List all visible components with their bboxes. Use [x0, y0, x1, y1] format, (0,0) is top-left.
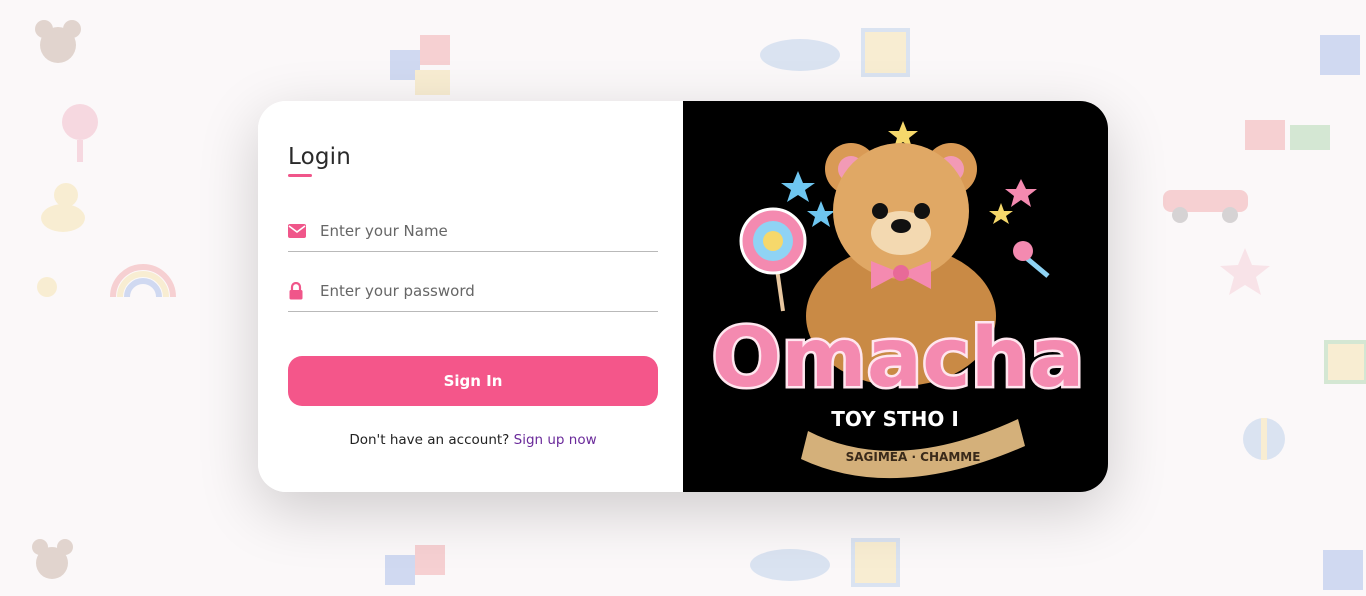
cube-decor-icon	[851, 538, 900, 587]
rainbow-decor-icon	[110, 264, 176, 298]
envelope-icon	[288, 220, 310, 242]
candy-wand-icon	[1013, 241, 1050, 278]
blocks-decor-icon	[390, 35, 450, 95]
password-input[interactable]	[318, 281, 642, 301]
login-card: Login Sign In Don't have an account? Sig…	[258, 101, 1108, 492]
brand-logo-panel: Omacha TOY STHO I SAGIMEA · CHAMME	[683, 101, 1108, 492]
teddy-bear-decor-icon	[32, 539, 73, 579]
rattle-decor-icon	[62, 104, 98, 162]
name-field-row	[288, 211, 658, 252]
lock-icon	[288, 280, 310, 302]
sign-in-button[interactable]: Sign In	[288, 356, 658, 406]
sun-decor-icon	[37, 277, 57, 297]
lollipop-icon	[739, 207, 807, 312]
logo-wordmark: Omacha	[712, 311, 1085, 406]
signup-prompt-row: Don't have an account? Sign up now	[288, 432, 658, 448]
password-field-row	[288, 271, 658, 312]
omacha-logo: Omacha TOY STHO I SAGIMEA · CHAMME	[709, 121, 1087, 479]
star-decor-icon	[1220, 248, 1270, 295]
blocks-decor-icon	[385, 545, 445, 585]
title-underline	[288, 174, 312, 177]
train-decor-icon	[1245, 120, 1330, 150]
blocks-decor-icon	[1320, 35, 1360, 75]
signup-prompt-text: Don't have an account?	[349, 432, 510, 448]
logo-tagline: TOY STHO I	[831, 407, 959, 431]
car-decor-icon	[1163, 190, 1248, 223]
sign-up-link[interactable]: Sign up now	[514, 432, 597, 448]
whale-decor-icon	[760, 39, 840, 71]
cube-decor-icon	[861, 28, 910, 77]
login-title: Login	[288, 144, 352, 170]
ball-decor-icon	[1243, 418, 1285, 460]
logo-ribbon-text: SAGIMEA · CHAMME	[846, 450, 981, 464]
cube-decor-icon	[1324, 340, 1366, 384]
teddy-bear-decor-icon	[35, 20, 81, 63]
duck-decor-icon	[41, 183, 85, 232]
blocks-decor-icon	[1323, 550, 1363, 590]
whale-decor-icon	[750, 549, 830, 581]
login-form-panel: Login Sign In Don't have an account? Sig…	[258, 101, 683, 492]
name-input[interactable]	[318, 221, 642, 241]
